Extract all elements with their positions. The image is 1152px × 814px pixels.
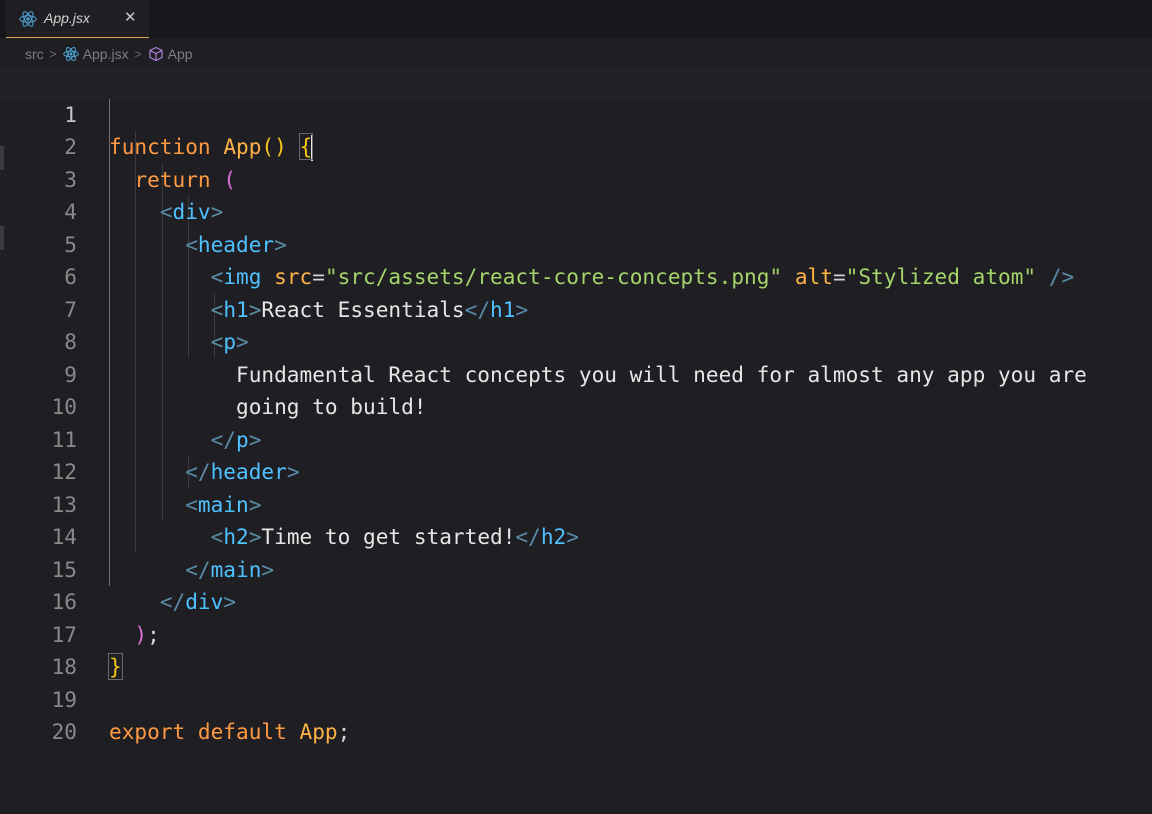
breadcrumb-folder[interactable]: src [25,46,44,62]
close-icon[interactable]: ✕ [124,8,137,26]
tab-label: App.jsx [44,10,90,26]
breadcrumb: src > App.jsx > App [25,44,193,64]
code-line: 19 export default App; [0,651,1152,745]
code-editor[interactable]: 1 function App() { 2 return ( 3 <div> 4 … [0,66,1152,745]
code-line: 3 <div> [0,131,1152,225]
code-line: 20 [0,684,1152,744]
breadcrumb-symbol[interactable]: App [168,46,193,62]
code-line: 11 </header> [0,391,1152,485]
code-line: 7 <p> [0,261,1152,355]
react-icon [19,11,37,27]
chevron-right-icon: > [134,47,142,61]
code-line: 2 return ( [0,99,1152,192]
code-line: 17 } [0,586,1152,680]
code-line: 18 [0,619,1152,679]
chevron-right-icon: > [49,47,57,61]
breadcrumb-file[interactable]: App.jsx [83,46,129,62]
cube-icon [149,46,163,62]
code-line: 12 <main> [0,424,1152,517]
semicolon: ; [337,719,351,744]
code-line: 6 <h1>React Essentials</h1> [0,229,1152,322]
code-line: 4 <header> [0,164,1152,257]
keyword: default [197,719,287,744]
code-line: 14 </main> [0,489,1152,582]
code-line: 13 <h2>Time to get started!</h2> [0,456,1152,550]
keyword: export [109,719,186,744]
code-line: 16 ); [0,554,1152,647]
tab-bar: App.jsx ✕ [0,0,1152,38]
tab-app-jsx[interactable]: App.jsx ✕ [6,0,149,38]
code-line: 10 </p> [0,359,1152,452]
code-line: 8 Fundamental React concepts you will ne… [0,294,1152,387]
code-line: 9 going to build! [0,326,1152,420]
code-line: 1 function App() { [0,66,1152,161]
line-number: 20 [51,719,77,744]
identifier: App [299,719,338,744]
react-icon [62,47,79,61]
code-line: 5 <img src="src/assets/react-core-concep… [0,196,1152,290]
code-line: 15 </div> [0,521,1152,615]
